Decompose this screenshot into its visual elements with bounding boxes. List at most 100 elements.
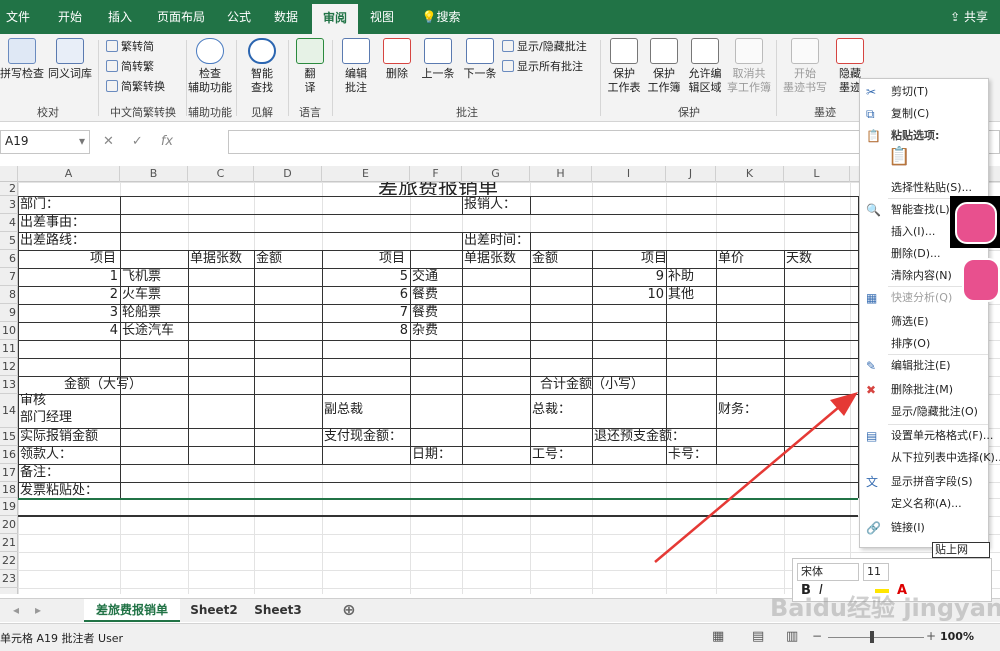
column-header[interactable]: B bbox=[120, 166, 188, 182]
tab-search[interactable]: 💡搜索 bbox=[416, 0, 466, 34]
row-header[interactable]: 21 bbox=[0, 534, 18, 552]
column-header[interactable]: E bbox=[322, 166, 410, 182]
row-header[interactable]: 15 bbox=[0, 428, 18, 446]
select-all-corner[interactable] bbox=[0, 166, 18, 182]
row-header[interactable]: 23 bbox=[0, 570, 18, 588]
row-header[interactable]: 14 bbox=[0, 394, 18, 428]
row-header[interactable]: 2 bbox=[0, 182, 18, 196]
tab-page-layout[interactable]: 页面布局 bbox=[148, 0, 214, 34]
column-header[interactable]: A bbox=[18, 166, 120, 182]
context-menu-item[interactable]: 🔗 链接(I) bbox=[860, 517, 990, 539]
context-menu-item[interactable]: 筛选(E) bbox=[860, 311, 990, 333]
context-menu-item[interactable]: 定义名称(A)... bbox=[860, 493, 990, 515]
chinese-convert-button[interactable]: 简繁转换 bbox=[106, 80, 165, 94]
zoom-level[interactable]: 100% bbox=[940, 630, 974, 643]
column-header[interactable]: G bbox=[462, 166, 530, 182]
show-all-comments-button[interactable]: 显示所有批注 bbox=[502, 60, 583, 74]
context-menu-item[interactable]: 从下拉列表中选择(K)... bbox=[860, 447, 1000, 469]
delete-comment-button[interactable]: 删除 bbox=[378, 38, 416, 81]
column-header[interactable]: I bbox=[592, 166, 666, 182]
column-header[interactable]: C bbox=[188, 166, 254, 182]
context-menu-item[interactable]: 文显示拼音字段(S) bbox=[860, 471, 990, 493]
context-menu-item[interactable]: ✎ 编辑批注(E) bbox=[860, 355, 990, 377]
zoom-out-icon[interactable]: − bbox=[812, 629, 822, 643]
column-header[interactable]: F bbox=[410, 166, 462, 182]
worksheet-grid[interactable]: 差旅费报销单 部门： 出差事由： 出差路线： 报销人： 出差时间： 项目 单据张数 金额 项目 单据… bbox=[18, 182, 1000, 594]
scroll-left-icon[interactable]: ◂ bbox=[6, 599, 26, 622]
row-header[interactable]: 10 bbox=[0, 322, 18, 340]
row-header[interactable]: 18 bbox=[0, 482, 18, 498]
show-hide-comment-button[interactable]: 显示/隐藏批注 bbox=[502, 40, 587, 54]
row-header[interactable]: 16 bbox=[0, 446, 18, 464]
zoom-slider[interactable] bbox=[828, 637, 924, 638]
tab-file[interactable]: 文件 bbox=[0, 0, 36, 34]
spellcheck-button[interactable]: 拼写检查 bbox=[0, 38, 44, 81]
row-header[interactable]: 13 bbox=[0, 376, 18, 394]
context-menu-item[interactable]: ⧉ 复制(C) bbox=[860, 103, 990, 125]
tab-formulas[interactable]: 公式 bbox=[222, 0, 256, 34]
unshare-workbook-button[interactable]: 取消共 享工作簿 bbox=[726, 38, 772, 95]
row-header[interactable]: 17 bbox=[0, 464, 18, 482]
context-menu-item[interactable]: 排序(O) bbox=[860, 333, 990, 355]
thesaurus-button[interactable]: 同义词库 bbox=[46, 38, 94, 81]
protect-workbook-button[interactable]: 保护 工作簿 bbox=[644, 38, 684, 95]
edit-comment-button[interactable]: 编辑 批注 bbox=[336, 38, 376, 95]
column-header[interactable]: H bbox=[530, 166, 592, 182]
row-header[interactable]: 3 bbox=[0, 196, 18, 214]
zoom-in-icon[interactable]: + bbox=[926, 629, 936, 643]
sheet-tab[interactable]: 差旅费报销单 bbox=[84, 599, 180, 622]
trad-to-simp-button[interactable]: 繁转简 bbox=[106, 40, 154, 54]
scroll-right-icon[interactable]: ▸ bbox=[28, 599, 48, 622]
accessibility-check-button[interactable]: 检查 辅助功能 bbox=[186, 38, 234, 95]
smart-lookup-button[interactable]: 智能 查找 bbox=[240, 38, 284, 95]
row-header[interactable]: 12 bbox=[0, 358, 18, 376]
delete-comment-icon bbox=[383, 38, 411, 64]
row-header[interactable]: 6 bbox=[0, 250, 18, 268]
row-header[interactable]: 20 bbox=[0, 516, 18, 534]
row-header[interactable]: 22 bbox=[0, 552, 18, 570]
context-menu-item[interactable]: 📋 bbox=[860, 147, 990, 175]
normal-view-icon[interactable]: ▦ bbox=[712, 629, 724, 644]
enter-icon[interactable]: ✓ bbox=[132, 134, 143, 149]
context-menu-item[interactable]: ▤ 设置单元格格式(F)... bbox=[860, 425, 993, 447]
tab-data[interactable]: 数据 bbox=[268, 0, 304, 34]
prev-comment-button[interactable]: 上一条 bbox=[418, 38, 458, 81]
sheet-tab[interactable]: Sheet2 bbox=[184, 599, 244, 622]
column-header[interactable]: D bbox=[254, 166, 322, 182]
name-box[interactable]: A19 ▾ bbox=[0, 130, 90, 154]
page-layout-view-icon[interactable]: ▤ bbox=[752, 629, 764, 644]
share-button[interactable]: ⇪ 共享 bbox=[950, 0, 988, 34]
row-header[interactable]: 19 bbox=[0, 498, 18, 516]
row-header[interactable]: 4 bbox=[0, 214, 18, 232]
cancel-icon[interactable]: ✕ bbox=[103, 134, 114, 149]
row-header[interactable]: 5 bbox=[0, 232, 18, 250]
row-header[interactable]: 11 bbox=[0, 340, 18, 358]
context-menu-item[interactable]: ✂ 剪切(T) bbox=[860, 81, 990, 103]
column-header[interactable]: K bbox=[716, 166, 784, 182]
font-name-box[interactable]: 宋体 bbox=[797, 563, 859, 581]
allow-edit-ranges-button[interactable]: 允许编 辑区域 bbox=[684, 38, 726, 95]
simp-to-trad-button[interactable]: 简转繁 bbox=[106, 60, 154, 74]
font-size-box[interactable]: 11 bbox=[863, 563, 889, 581]
row-header[interactable]: 9 bbox=[0, 304, 18, 322]
zoom-slider-thumb[interactable] bbox=[870, 631, 874, 643]
row-header[interactable]: 8 bbox=[0, 286, 18, 304]
column-header[interactable]: L bbox=[784, 166, 850, 182]
column-header[interactable]: J bbox=[666, 166, 716, 182]
tab-home[interactable]: 开始 bbox=[50, 0, 90, 34]
sheet-tab[interactable]: Sheet3 bbox=[248, 599, 308, 622]
tab-review[interactable]: 审阅 bbox=[312, 4, 358, 34]
tab-view[interactable]: 视图 bbox=[362, 0, 402, 34]
translate-button[interactable]: 翻 译 bbox=[292, 38, 328, 95]
group-ink-label: 墨迹 bbox=[814, 106, 836, 119]
protect-sheet-button[interactable]: 保护 工作表 bbox=[604, 38, 644, 95]
page-break-view-icon[interactable]: ▥ bbox=[786, 629, 798, 644]
context-menu-item[interactable]: 显示/隐藏批注(O) bbox=[860, 401, 990, 423]
start-inking-button[interactable]: 开始 墨迹书写 bbox=[780, 38, 830, 95]
next-comment-button[interactable]: 下一条 bbox=[460, 38, 500, 81]
row-header[interactable]: 7 bbox=[0, 268, 18, 286]
tab-insert[interactable]: 插入 bbox=[100, 0, 140, 34]
context-menu-item[interactable]: ✖ 删除批注(M) bbox=[860, 379, 990, 401]
add-sheet-icon[interactable]: ⊕ bbox=[338, 599, 360, 622]
function-icon[interactable]: fx bbox=[161, 134, 173, 149]
